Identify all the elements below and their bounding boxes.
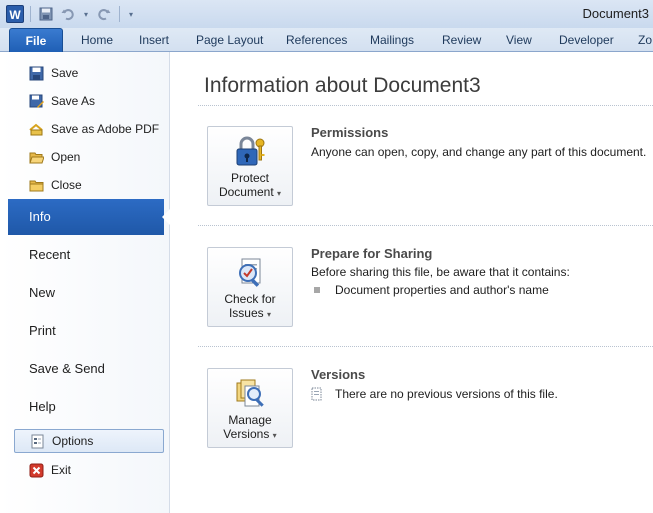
undo-icon[interactable] bbox=[59, 5, 77, 23]
save-as-adobe-pdf-label: Save as Adobe PDF bbox=[51, 122, 160, 136]
exit-icon bbox=[28, 462, 44, 478]
tab-page-layout[interactable]: Page Layout bbox=[196, 28, 263, 52]
tab-references[interactable]: References bbox=[286, 28, 347, 52]
manage-versions-label-1: Manage bbox=[228, 413, 272, 427]
qat-divider bbox=[119, 6, 120, 22]
bullet-square-icon bbox=[314, 287, 320, 293]
close-label: Close bbox=[51, 178, 82, 192]
nav-tab-help[interactable]: Help bbox=[8, 389, 164, 425]
title-bar: W ▾ ▾ Document3 bbox=[0, 0, 653, 28]
section-divider bbox=[198, 346, 653, 347]
save-icon bbox=[28, 65, 44, 81]
tab-developer[interactable]: Developer bbox=[559, 28, 614, 52]
open-label: Open bbox=[51, 150, 81, 164]
backstage-nav: Save Save As Save as Adobe PDF Open Clos… bbox=[0, 52, 170, 513]
exit-label: Exit bbox=[51, 463, 72, 477]
redo-icon[interactable] bbox=[95, 5, 113, 23]
nav-tab-info[interactable]: Info bbox=[8, 199, 170, 235]
tab-view[interactable]: View bbox=[506, 28, 532, 52]
check-for-issues-label-1: Check for bbox=[224, 292, 276, 306]
manage-versions-icon bbox=[233, 377, 267, 411]
quick-access-toolbar: W ▾ ▾ bbox=[6, 5, 136, 23]
sharing-bullet-text: Document properties and author's name bbox=[335, 283, 549, 297]
adobe-pdf-icon bbox=[28, 121, 44, 137]
options-label: Options bbox=[52, 434, 94, 448]
permissions-text: Anyone can open, copy, and change any pa… bbox=[311, 145, 647, 159]
manage-versions-button[interactable]: Manage Versions ▾ bbox=[207, 368, 293, 448]
sharing-text: Before sharing this file, be aware that … bbox=[311, 265, 570, 279]
tab-review[interactable]: Review bbox=[442, 28, 481, 52]
check-for-issues-button[interactable]: Check for Issues ▾ bbox=[207, 247, 293, 327]
close-command[interactable]: Close bbox=[14, 174, 164, 196]
nav-tab-print[interactable]: Print bbox=[8, 313, 164, 349]
manage-versions-label-2: Versions bbox=[223, 427, 270, 441]
save-as-adobe-pdf-command[interactable]: Save as Adobe PDF bbox=[14, 118, 164, 140]
sharing-bullet: Document properties and author's name bbox=[314, 283, 549, 297]
versions-title: Versions bbox=[311, 367, 366, 382]
save-as-label: Save As bbox=[51, 94, 96, 108]
save-label: Save bbox=[51, 66, 79, 80]
word-app-icon[interactable]: W bbox=[6, 5, 24, 23]
protect-document-button[interactable]: Protect Document ▾ bbox=[207, 126, 293, 206]
tab-zotero[interactable]: Zo bbox=[638, 28, 652, 52]
options-command[interactable]: Options bbox=[14, 429, 164, 453]
tab-home[interactable]: Home bbox=[81, 28, 113, 52]
nav-tab-recent[interactable]: Recent bbox=[8, 237, 164, 273]
qat-divider bbox=[30, 6, 31, 22]
tab-insert[interactable]: Insert bbox=[139, 28, 169, 52]
customize-qat-icon[interactable]: ▾ bbox=[126, 5, 136, 23]
protect-document-label-1: Protect bbox=[230, 171, 269, 185]
undo-dropdown-icon[interactable]: ▾ bbox=[81, 5, 91, 23]
info-panel: Information about Document3 Protect Docu… bbox=[171, 52, 653, 513]
versions-bullet: There are no previous versions of this f… bbox=[311, 387, 558, 401]
close-folder-icon bbox=[28, 177, 44, 193]
chevron-down-icon: ▾ bbox=[272, 431, 277, 440]
tab-mailings[interactable]: Mailings bbox=[370, 28, 414, 52]
save-as-icon bbox=[28, 93, 44, 109]
chevron-down-icon: ▾ bbox=[277, 189, 282, 198]
check-for-issues-label-2: Issues bbox=[228, 306, 264, 320]
options-icon bbox=[29, 433, 45, 449]
save-icon[interactable] bbox=[37, 5, 55, 23]
nav-tab-save-send[interactable]: Save & Send bbox=[8, 351, 164, 387]
save-command[interactable]: Save bbox=[14, 62, 164, 84]
page-title: Information about Document3 bbox=[204, 74, 481, 97]
section-divider bbox=[198, 105, 653, 106]
lock-key-icon bbox=[233, 135, 267, 169]
save-as-command[interactable]: Save As bbox=[14, 90, 164, 112]
window-title: Document3 bbox=[582, 6, 649, 21]
nav-tab-new[interactable]: New bbox=[8, 275, 164, 311]
chevron-down-icon: ▾ bbox=[267, 310, 272, 319]
tab-file[interactable]: File bbox=[9, 28, 63, 52]
permissions-title: Permissions bbox=[311, 125, 389, 140]
inspect-document-icon bbox=[233, 256, 267, 290]
open-folder-icon bbox=[28, 149, 44, 165]
exit-command[interactable]: Exit bbox=[14, 459, 164, 481]
sharing-title: Prepare for Sharing bbox=[311, 246, 433, 261]
section-divider bbox=[198, 225, 653, 226]
document-icon bbox=[311, 387, 324, 401]
open-command[interactable]: Open bbox=[14, 146, 164, 168]
versions-text: There are no previous versions of this f… bbox=[335, 387, 558, 401]
ribbon-tab-bar: File Home Insert Page Layout References … bbox=[0, 28, 653, 52]
protect-document-label-2: Document bbox=[218, 185, 274, 199]
